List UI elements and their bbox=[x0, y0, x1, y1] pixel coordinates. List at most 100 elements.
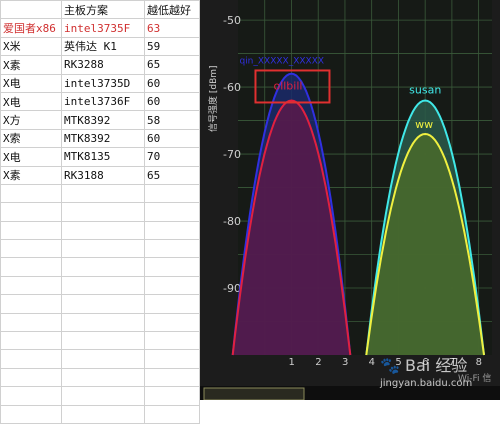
table-cell[interactable]: MTK8135 bbox=[61, 147, 145, 167]
table-cell[interactable]: MTK8392 bbox=[61, 128, 145, 149]
table-cell[interactable]: 60 bbox=[144, 73, 200, 93]
table-cell[interactable]: X素 bbox=[0, 55, 62, 75]
table-cell[interactable] bbox=[0, 275, 62, 296]
table-cell[interactable] bbox=[144, 294, 200, 314]
table-cell[interactable]: X索 bbox=[0, 128, 62, 149]
table-cell[interactable] bbox=[61, 294, 145, 314]
table-cell[interactable]: 58 bbox=[144, 110, 200, 130]
table-row: 爱国者x86 intel3735F 63 bbox=[0, 18, 200, 38]
table-cell[interactable] bbox=[0, 202, 62, 222]
table-cell[interactable]: X方 bbox=[0, 110, 62, 130]
table-cell[interactable]: X电 bbox=[0, 147, 62, 167]
watermark-url: jingyan.baidu.com bbox=[380, 378, 473, 389]
table-row: X方 MTK8392 58 bbox=[0, 110, 200, 130]
table-row bbox=[0, 294, 200, 314]
table-cell[interactable] bbox=[0, 349, 62, 369]
table-cell[interactable] bbox=[0, 239, 62, 259]
table-cell[interactable]: intel3736F bbox=[61, 91, 145, 112]
table-row bbox=[0, 183, 200, 204]
table-cell[interactable] bbox=[0, 257, 62, 277]
x-tick-label: 3 bbox=[342, 357, 348, 368]
table-cell[interactable] bbox=[0, 183, 62, 204]
signal-chart: -50-60-70-80-901 2 3 4 5 6 7 8信号强度 [dBm]qin_XXX… bbox=[200, 0, 500, 400]
table-cell[interactable]: intel3735D bbox=[61, 73, 145, 93]
table-cell[interactable]: 63 bbox=[144, 18, 200, 38]
table-row bbox=[0, 257, 200, 277]
table-cell[interactable] bbox=[0, 220, 62, 241]
table-row bbox=[0, 275, 200, 296]
x-tick-label: 1 bbox=[288, 357, 294, 368]
table-cell[interactable] bbox=[144, 202, 200, 222]
table-cell[interactable]: 65 bbox=[144, 165, 200, 185]
watermark: 🐾 Bai 经验 bbox=[380, 352, 467, 376]
table-row bbox=[0, 220, 200, 241]
table-cell[interactable] bbox=[61, 386, 145, 406]
column-header[interactable] bbox=[0, 0, 62, 20]
table-row bbox=[0, 386, 200, 406]
table-row: X电 MTK8135 70 bbox=[0, 147, 200, 167]
table-cell[interactable] bbox=[144, 220, 200, 241]
table-cell[interactable]: intel3735F bbox=[61, 18, 145, 38]
table-cell[interactable] bbox=[144, 404, 200, 424]
table-cell[interactable] bbox=[61, 367, 145, 388]
table-cell[interactable] bbox=[61, 312, 145, 333]
table-cell[interactable] bbox=[0, 386, 62, 406]
y-tick-label: -70 bbox=[223, 148, 241, 161]
toolbar-tab bbox=[203, 387, 305, 400]
table-row bbox=[0, 331, 200, 351]
y-tick-label: -50 bbox=[223, 14, 241, 27]
table-cell[interactable]: 爱国者x86 bbox=[0, 18, 62, 38]
table-cell[interactable] bbox=[61, 275, 145, 296]
table-cell[interactable] bbox=[61, 257, 145, 277]
watermark-paw-icon: 🐾 bbox=[380, 356, 400, 375]
table-cell[interactable] bbox=[144, 275, 200, 296]
spreadsheet: 主板方案 越低越好 爱国者x86 intel3735F 63 X米 英伟达 K1 59 X素 RK… bbox=[0, 0, 201, 424]
table-cell[interactable] bbox=[61, 239, 145, 259]
table-cell[interactable]: 65 bbox=[144, 55, 200, 75]
table-cell[interactable] bbox=[144, 312, 200, 333]
y-tick-label: -90 bbox=[223, 282, 241, 295]
table-cell[interactable] bbox=[0, 294, 62, 314]
table-cell[interactable]: 70 bbox=[144, 147, 200, 167]
table-cell[interactable] bbox=[0, 312, 62, 333]
table-cell[interactable]: X电 bbox=[0, 91, 62, 112]
y-tick-label: -80 bbox=[223, 215, 241, 228]
table-cell[interactable]: MTK8392 bbox=[61, 110, 145, 130]
table-cell[interactable] bbox=[144, 349, 200, 369]
table-cell[interactable]: X素 bbox=[0, 165, 62, 185]
table-row: X米 英伟达 K1 59 bbox=[0, 36, 200, 57]
table-cell[interactable] bbox=[0, 367, 62, 388]
table-cell[interactable] bbox=[144, 367, 200, 388]
series-label-susan: susan bbox=[409, 83, 441, 96]
column-header[interactable]: 主板方案 bbox=[61, 0, 145, 20]
table-cell[interactable]: RK3188 bbox=[61, 165, 145, 185]
table-cell[interactable] bbox=[61, 183, 145, 204]
data-table: 主板方案 越低越好 爱国者x86 intel3735F 63 X米 英伟达 K1 59 X素 RK… bbox=[0, 0, 200, 424]
table-cell[interactable] bbox=[144, 257, 200, 277]
table-cell[interactable] bbox=[61, 331, 145, 351]
table-cell[interactable] bbox=[61, 349, 145, 369]
table-cell[interactable] bbox=[144, 239, 200, 259]
table-row bbox=[0, 404, 200, 424]
table-cell[interactable] bbox=[0, 331, 62, 351]
table-cell[interactable] bbox=[144, 331, 200, 351]
table-cell[interactable]: X米 bbox=[0, 36, 62, 57]
table-cell[interactable]: 60 bbox=[144, 128, 200, 149]
table-cell[interactable]: 60 bbox=[144, 91, 200, 112]
table-cell[interactable] bbox=[144, 386, 200, 406]
table-cell[interactable] bbox=[61, 220, 145, 241]
table-cell[interactable] bbox=[61, 202, 145, 222]
table-cell[interactable] bbox=[61, 404, 145, 424]
x-tick-label: 2 bbox=[315, 357, 321, 368]
watermark-brand: Bai 经验 bbox=[405, 356, 468, 375]
table-cell[interactable]: 59 bbox=[144, 36, 200, 57]
table-cell[interactable]: 英伟达 K1 bbox=[61, 36, 145, 57]
series-label-ollbill: ollbill bbox=[273, 79, 302, 92]
table-cell[interactable] bbox=[0, 404, 62, 424]
table-cell[interactable] bbox=[144, 183, 200, 204]
table-cell[interactable]: RK3288 bbox=[61, 55, 145, 75]
column-header[interactable]: 越低越好 bbox=[144, 0, 200, 20]
table-cell[interactable]: X电 bbox=[0, 73, 62, 93]
table-row bbox=[0, 349, 200, 369]
table-row: X电 intel3735D 60 bbox=[0, 73, 200, 93]
